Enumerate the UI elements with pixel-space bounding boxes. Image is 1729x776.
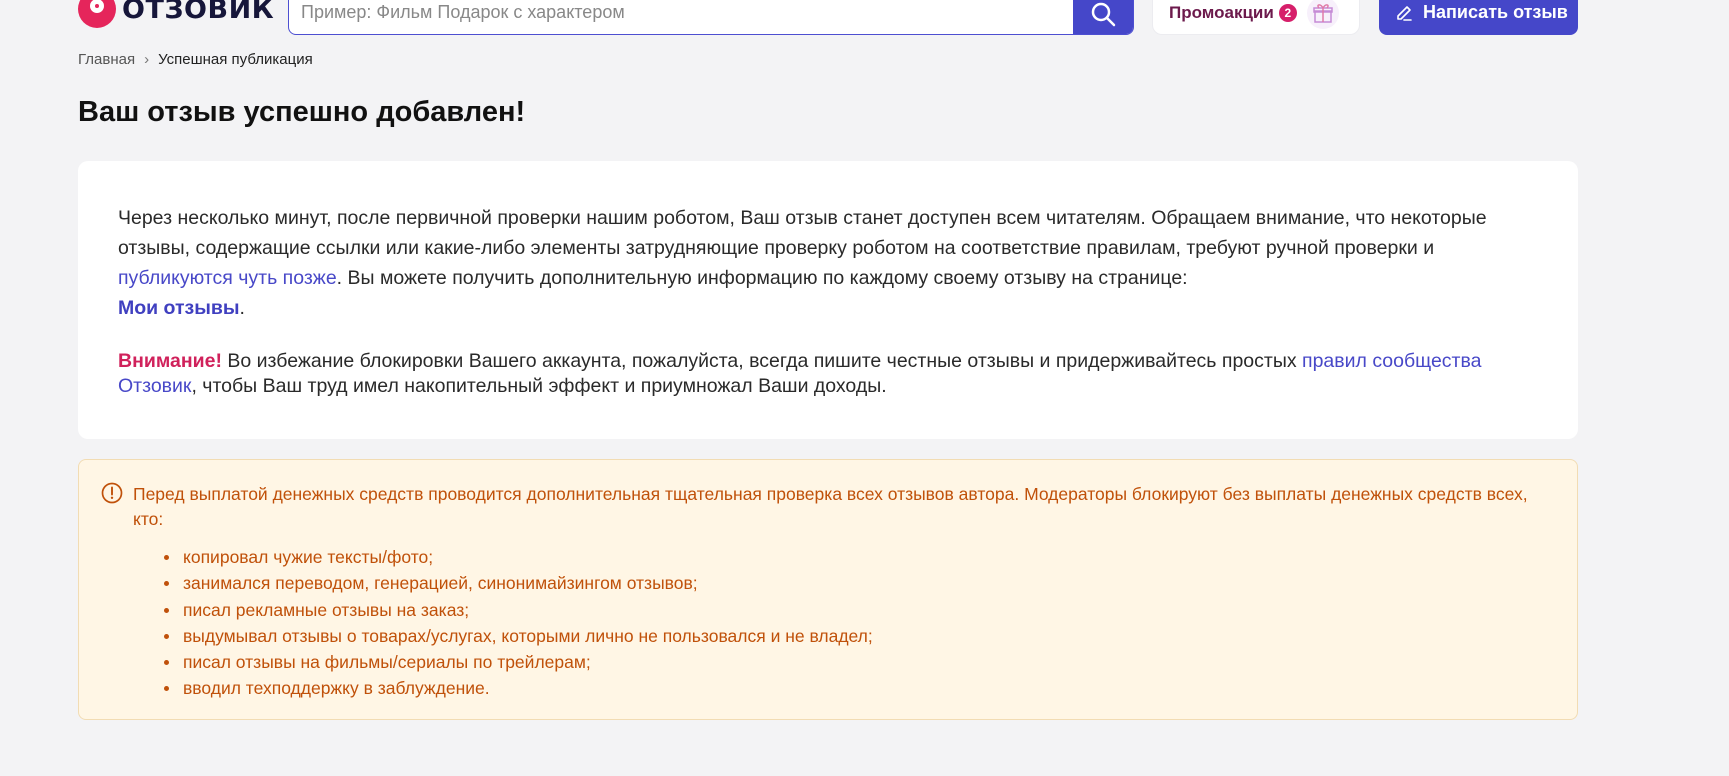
info-text-end: .	[239, 297, 245, 319]
search-input[interactable]	[289, 0, 1069, 34]
list-item: выдумывал отзывы о товарах/услугах, кото…	[164, 623, 1537, 649]
list-item: писал рекламные отзывы на заказ;	[164, 597, 1537, 623]
logo-text: ОТЗОВИК	[122, 0, 275, 25]
attention-text-part: Во избежание блокировки Вашего аккаунта,…	[221, 350, 1303, 372]
search-button[interactable]	[1073, 0, 1133, 34]
violation-list: копировал чужие тексты/фото; занимался п…	[133, 544, 1537, 702]
gift-icon	[1306, 0, 1339, 29]
list-item: копировал чужие тексты/фото;	[164, 544, 1537, 570]
payment-warning-notice: Перед выплатой денежных средств проводит…	[78, 459, 1578, 720]
search-icon	[1091, 2, 1116, 26]
breadcrumb-home-link[interactable]: Главная	[78, 51, 135, 68]
page-title: Ваш отзыв успешно добавлен!	[78, 96, 526, 128]
info-text-part: Через несколько минут, после первичной п…	[118, 207, 1487, 259]
attention-text: Внимание! Во избежание блокировки Вашего…	[118, 349, 1538, 399]
list-item: писал отзывы на фильмы/сериалы по трейле…	[164, 649, 1537, 675]
list-item: занимался переводом, генерацией, синоним…	[164, 570, 1537, 596]
write-review-button[interactable]: Написать отзыв	[1379, 0, 1578, 35]
publication-info-text: Через несколько минут, после первичной п…	[118, 203, 1538, 323]
my-reviews-link[interactable]: Мои отзывы	[118, 297, 240, 319]
promo-label: Промоакции	[1169, 2, 1274, 22]
success-card: Через несколько минут, после первичной п…	[78, 161, 1578, 439]
attention-text-part: , чтобы Ваш труд имел накопительный эффе…	[191, 375, 887, 397]
write-review-label: Написать отзыв	[1423, 2, 1568, 22]
notice-text: Перед выплатой денежных средств проводит…	[133, 484, 1528, 529]
attention-label: Внимание!	[118, 350, 222, 372]
header: ОТЗОВИК Промоакции 2	[0, 0, 1729, 40]
promo-button[interactable]: Промоакции 2	[1152, 0, 1360, 35]
breadcrumb-separator: ›	[144, 51, 150, 68]
search-bar	[288, 0, 1134, 35]
exclamation-circle-icon	[101, 482, 123, 504]
promo-count-badge: 2	[1278, 3, 1297, 22]
logo-icon	[78, 0, 116, 28]
info-text-part: . Вы можете получить дополнительную инфо…	[336, 267, 1188, 289]
breadcrumb-current: Успешная публикация	[158, 51, 313, 68]
page: ОТЗОВИК Промоакции 2	[0, 0, 1729, 776]
logo[interactable]: ОТЗОВИК	[78, 0, 274, 28]
list-item: вводил техподдержку в заблуждение.	[164, 675, 1537, 701]
pencil-icon	[1397, 5, 1412, 21]
published-later-link[interactable]: публикуются чуть позже	[118, 267, 337, 289]
breadcrumb: Главная › Успешная публикация	[78, 51, 313, 68]
